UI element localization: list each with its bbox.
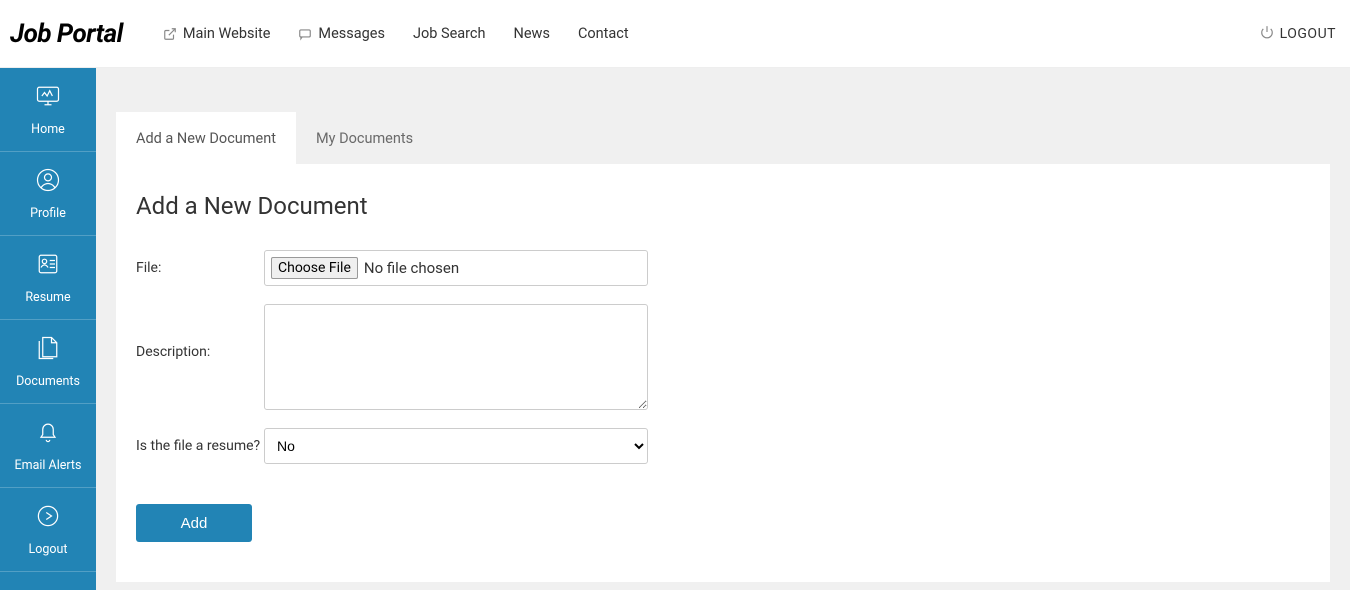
sidebar-label: Documents [16, 374, 80, 389]
file-input[interactable]: Choose File No file chosen [264, 250, 648, 286]
nav-label: Main Website [183, 25, 271, 42]
bell-icon [34, 418, 62, 450]
sidebar: Home Profile Resume Documents Email Aler… [0, 68, 96, 590]
sidebar-item-resume[interactable]: Resume [0, 236, 96, 320]
nav-job-search[interactable]: Job Search [413, 25, 486, 42]
tab-add-new-document[interactable]: Add a New Document [116, 112, 296, 164]
choose-file-button[interactable]: Choose File [271, 257, 358, 279]
logo[interactable]: Job Portal [10, 19, 123, 49]
nav-label: Messages [318, 25, 385, 42]
panel: Add a New Document My Documents Add a Ne… [116, 112, 1330, 582]
profile-icon [34, 166, 62, 198]
resume-icon [34, 250, 62, 282]
row-is-resume: Is the file a resume? No [136, 428, 1310, 464]
file-status: No file chosen [364, 259, 459, 277]
home-icon [34, 82, 62, 114]
tab-my-documents[interactable]: My Documents [296, 112, 433, 164]
description-input[interactable] [264, 304, 648, 410]
is-resume-select[interactable]: No [264, 428, 648, 464]
description-label: Description: [136, 304, 264, 360]
logout-label: LOGOUT [1280, 26, 1336, 42]
nav-contact[interactable]: Contact [578, 25, 629, 42]
sidebar-item-email-alerts[interactable]: Email Alerts [0, 404, 96, 488]
nav-label: Contact [578, 25, 629, 42]
top-nav: Main Website Messages Job Search News Co… [163, 25, 629, 42]
sidebar-label: Resume [25, 290, 70, 305]
tabs: Add a New Document My Documents [116, 112, 1330, 164]
nav-label: News [514, 25, 550, 42]
sidebar-item-logout[interactable]: Logout [0, 488, 96, 572]
sidebar-label: Email Alerts [15, 458, 82, 473]
row-description: Description: [136, 304, 1310, 410]
chat-icon [298, 27, 312, 41]
row-file: File: Choose File No file chosen [136, 250, 1310, 286]
nav-news[interactable]: News [514, 25, 550, 42]
page-title: Add a New Document [136, 192, 1310, 220]
content-area: Add a New Document My Documents Add a Ne… [96, 68, 1350, 590]
main-wrap: Home Profile Resume Documents Email Aler… [0, 68, 1350, 590]
logout-top-button[interactable]: LOGOUT [1260, 25, 1336, 43]
sidebar-item-profile[interactable]: Profile [0, 152, 96, 236]
file-label: File: [136, 260, 264, 276]
nav-messages[interactable]: Messages [298, 25, 385, 42]
sidebar-label: Logout [29, 542, 68, 557]
nav-label: Job Search [413, 25, 486, 42]
logout-icon [34, 502, 62, 534]
documents-icon [34, 334, 62, 366]
power-icon [1260, 25, 1274, 43]
is-resume-label: Is the file a resume? [136, 438, 264, 454]
external-link-icon [163, 27, 177, 41]
add-button[interactable]: Add [136, 504, 252, 542]
nav-main-website[interactable]: Main Website [163, 25, 271, 42]
sidebar-label: Profile [30, 206, 66, 221]
sidebar-item-home[interactable]: Home [0, 68, 96, 152]
sidebar-item-documents[interactable]: Documents [0, 320, 96, 404]
sidebar-label: Home [31, 122, 65, 137]
panel-body: Add a New Document File: Choose File No … [116, 164, 1330, 582]
topbar: Job Portal Main Website Messages Job Sea… [0, 0, 1350, 68]
